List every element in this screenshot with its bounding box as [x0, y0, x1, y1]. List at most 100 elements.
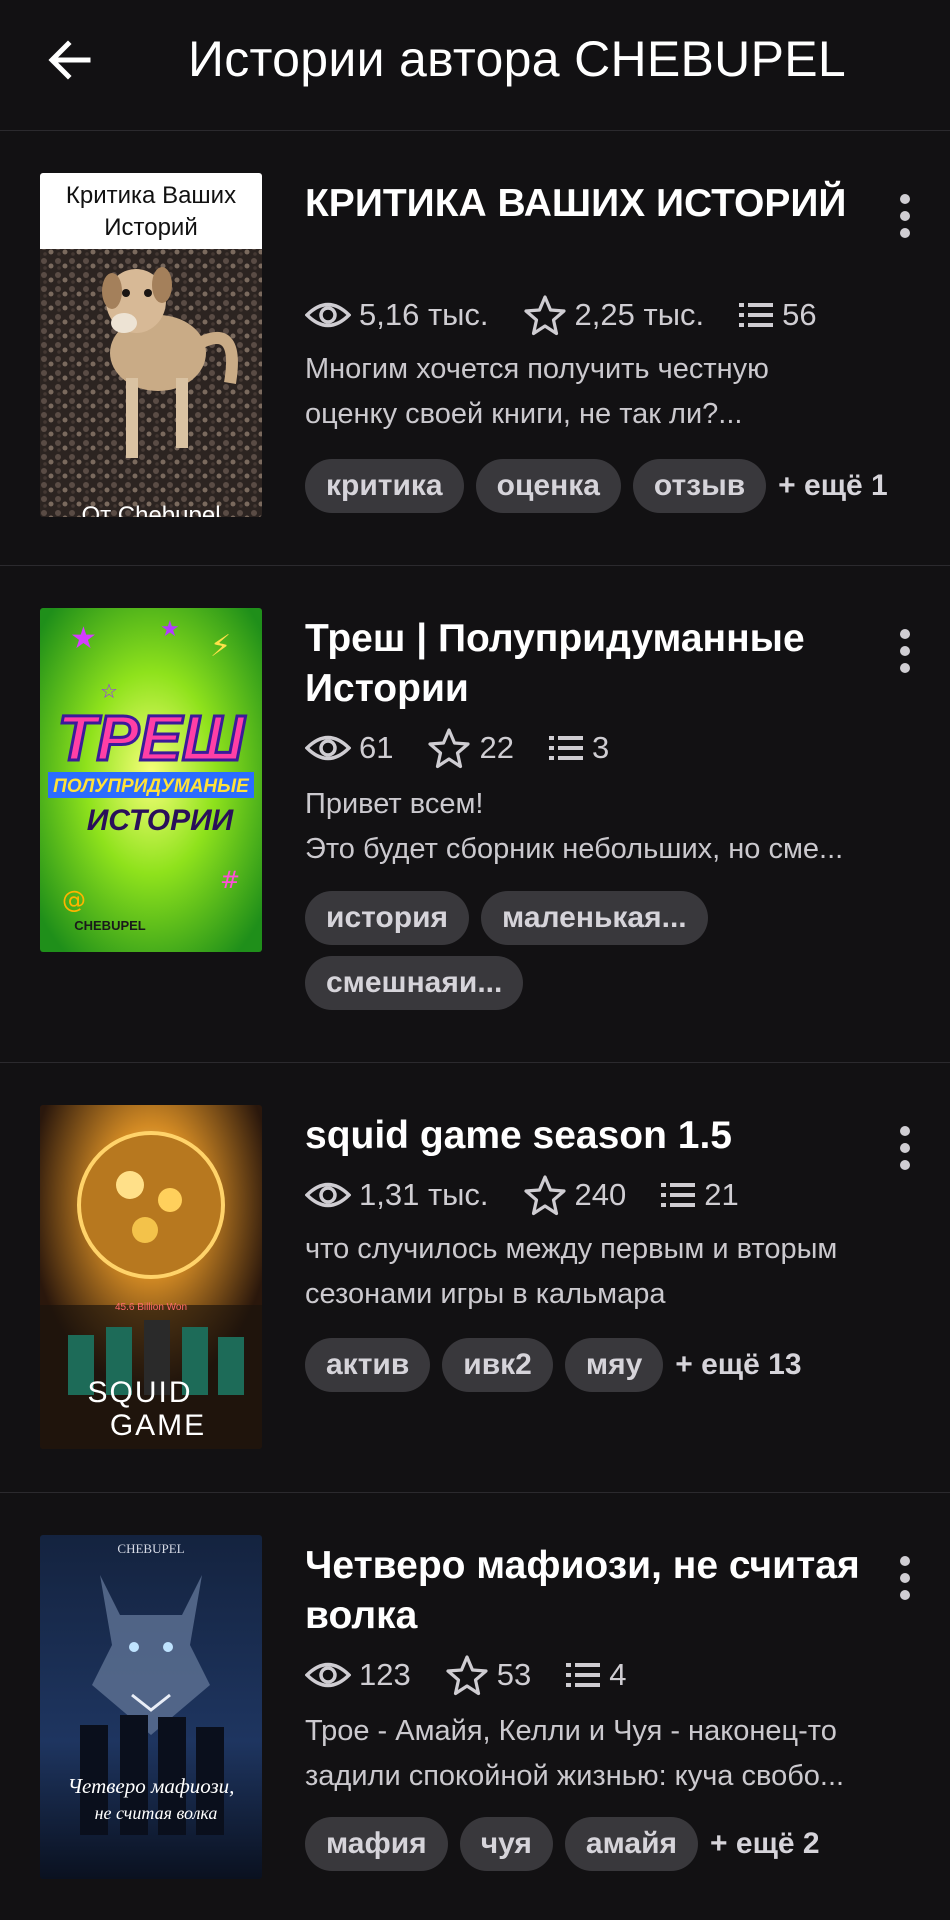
chapters-stat: 21	[660, 1177, 739, 1213]
stars-count: 22	[479, 730, 514, 765]
svg-text:@: @	[62, 886, 86, 914]
views-stat: 123	[305, 1657, 411, 1693]
eye-icon	[305, 735, 351, 761]
more-tags-link[interactable]: + ещё 2	[710, 1827, 820, 1861]
star-icon	[446, 1655, 488, 1696]
stars-stat: 2,25 тыс.	[523, 294, 705, 336]
story-description: что случилось между первым и вторым сезо…	[305, 1227, 915, 1317]
tag-chip[interactable]: актив	[305, 1338, 431, 1392]
chapters-count: 56	[782, 297, 817, 332]
star-icon	[523, 1175, 566, 1216]
stars-count: 53	[496, 1657, 532, 1692]
story-title[interactable]: Четверо мафиози, не считая волка	[305, 1541, 865, 1641]
more-options-icon[interactable]	[890, 191, 920, 241]
cover-title-low: ИСТОРИИ	[87, 804, 235, 837]
chapters-stat: 56	[738, 297, 817, 333]
views-stat: 1,31 тыс.	[305, 1177, 489, 1213]
svg-text:Историй: Историй	[104, 214, 197, 241]
story-stats: 123 53 4	[305, 1653, 660, 1697]
cover-logo-top: SQUID	[87, 1376, 192, 1409]
story-stats: 1,31 тыс. 240 21	[305, 1173, 773, 1217]
tag-chip[interactable]: критика	[305, 459, 464, 513]
cover-logo-bottom: GAME	[110, 1409, 206, 1442]
chapters-stat: 4	[565, 1657, 626, 1693]
story-cover[interactable]: CHEBUPEL Четверо мафиози, не считая волк…	[40, 1535, 262, 1879]
tag-chip[interactable]: чуя	[459, 1817, 553, 1871]
cover-caption-top: Критика Ваших	[66, 182, 236, 209]
story-title[interactable]: КРИТИКА ВАШИХ ИСТОРИЙ	[305, 179, 865, 229]
story-card[interactable]: 45.6 Billion Won SQUID GAME squid game s…	[0, 1063, 950, 1493]
tag-chip[interactable]: амайя	[564, 1817, 699, 1871]
eye-icon	[305, 1662, 351, 1688]
tag-chip[interactable]: мяу	[564, 1338, 664, 1392]
views-count: 5,16 тыс.	[359, 297, 489, 332]
svg-text:⚡: ⚡	[210, 629, 231, 664]
description-line: задили спокойной жизнью: куча свобо...	[305, 1760, 845, 1792]
tag-chip[interactable]: смешнаяи...	[305, 956, 524, 1010]
cover-author: CHEBUPEL	[74, 918, 146, 933]
tag-chip[interactable]: мафия	[305, 1817, 448, 1871]
description-line: Трое - Амайя, Келли и Чуя - наконец-то	[305, 1715, 837, 1747]
views-count: 1,31 тыс.	[359, 1177, 489, 1212]
chapters-count: 4	[609, 1657, 627, 1692]
list-icon	[566, 1663, 601, 1687]
story-cover[interactable]: Критика Ваших Историй От Chebupel	[40, 173, 262, 517]
description-line: Многим хочется получить честную	[305, 353, 769, 385]
tag-chip[interactable]: отзыв	[632, 459, 767, 513]
page-title: Истории автора CHEBUPEL	[188, 31, 846, 87]
more-options-icon[interactable]	[890, 1123, 920, 1173]
stars-stat: 53	[445, 1654, 531, 1696]
svg-text:☆: ☆	[100, 679, 118, 703]
cover-title-a: Четверо мафиози,	[68, 1774, 235, 1798]
more-options-icon[interactable]	[890, 626, 920, 676]
story-description: Привет всем! Это будет сборник небольших…	[305, 782, 915, 872]
cover-title-big: ТРЕШ	[57, 702, 245, 774]
description-line: Привет всем!	[305, 788, 484, 820]
stars-stat: 240	[523, 1174, 626, 1216]
story-title[interactable]: squid game season 1.5	[305, 1111, 865, 1161]
stars-stat: 22	[427, 727, 514, 769]
list-icon	[739, 303, 774, 327]
tag-chip[interactable]: маленькая...	[481, 891, 708, 945]
chapters-count: 3	[591, 730, 610, 765]
tag-list: актив ивк2 мяу + ещё 13	[305, 1338, 925, 1403]
eye-icon	[305, 1182, 351, 1208]
cover-title-b: не считая волка	[95, 1803, 218, 1823]
list-icon	[548, 736, 583, 760]
story-stats: 5,16 тыс. 2,25 тыс. 56	[305, 293, 851, 337]
cover-author: CHEBUPEL	[117, 1541, 184, 1556]
story-cover[interactable]: ★ ⚡ ★ @ # ☆ ТРЕШ ПОЛУПРИДУМАНЫЕ ИСТОРИИ …	[40, 608, 262, 952]
more-options-icon[interactable]	[890, 1553, 920, 1603]
story-card[interactable]: ★ ⚡ ★ @ # ☆ ТРЕШ ПОЛУПРИДУМАНЫЕ ИСТОРИИ …	[0, 566, 950, 1063]
eye-icon	[305, 302, 351, 328]
story-card[interactable]: Критика Ваших Историй От Chebupel КРИТИК…	[0, 131, 950, 566]
story-cover[interactable]: 45.6 Billion Won SQUID GAME	[40, 1105, 262, 1449]
more-tags-link[interactable]: + ещё 1	[778, 469, 888, 503]
views-count: 61	[359, 730, 394, 765]
list-icon	[661, 1183, 696, 1207]
story-stats: 61 22 3	[305, 726, 643, 770]
description-line: что случилось между первым и вторым	[305, 1233, 838, 1265]
description-line: оценку своей книги, не так ли?...	[305, 398, 743, 430]
tag-chip[interactable]: история	[305, 891, 470, 945]
more-tags-link[interactable]: + ещё 13	[675, 1348, 801, 1382]
chapters-stat: 3	[548, 730, 609, 766]
cover-prize: 45.6 Billion Won	[115, 1302, 187, 1313]
description-line: сезонами игры в кальмара	[305, 1278, 666, 1310]
tag-chip[interactable]: оценка	[475, 459, 621, 513]
cover-caption-bottom: От Chebupel	[81, 502, 220, 517]
story-card[interactable]: CHEBUPEL Четверо мафиози, не считая волк…	[0, 1493, 950, 1920]
tag-chip[interactable]: ивк2	[442, 1338, 553, 1392]
story-title[interactable]: Треш | Полупридуманные Истории	[305, 614, 865, 714]
tag-list: мафия чуя амайя + ещё 2	[305, 1817, 925, 1882]
tag-list: история маленькая... смешнаяи...	[305, 891, 925, 1021]
star-icon	[428, 728, 471, 769]
svg-text:★: ★	[70, 621, 97, 656]
cover-title-mid: ПОЛУПРИДУМАНЫЕ	[53, 776, 250, 797]
views-stat: 5,16 тыс.	[305, 297, 489, 333]
views-count: 123	[359, 1657, 411, 1692]
chapters-count: 21	[704, 1177, 739, 1212]
stars-count: 2,25 тыс.	[574, 297, 705, 332]
back-arrow-icon[interactable]	[44, 34, 96, 86]
star-icon	[523, 295, 566, 336]
